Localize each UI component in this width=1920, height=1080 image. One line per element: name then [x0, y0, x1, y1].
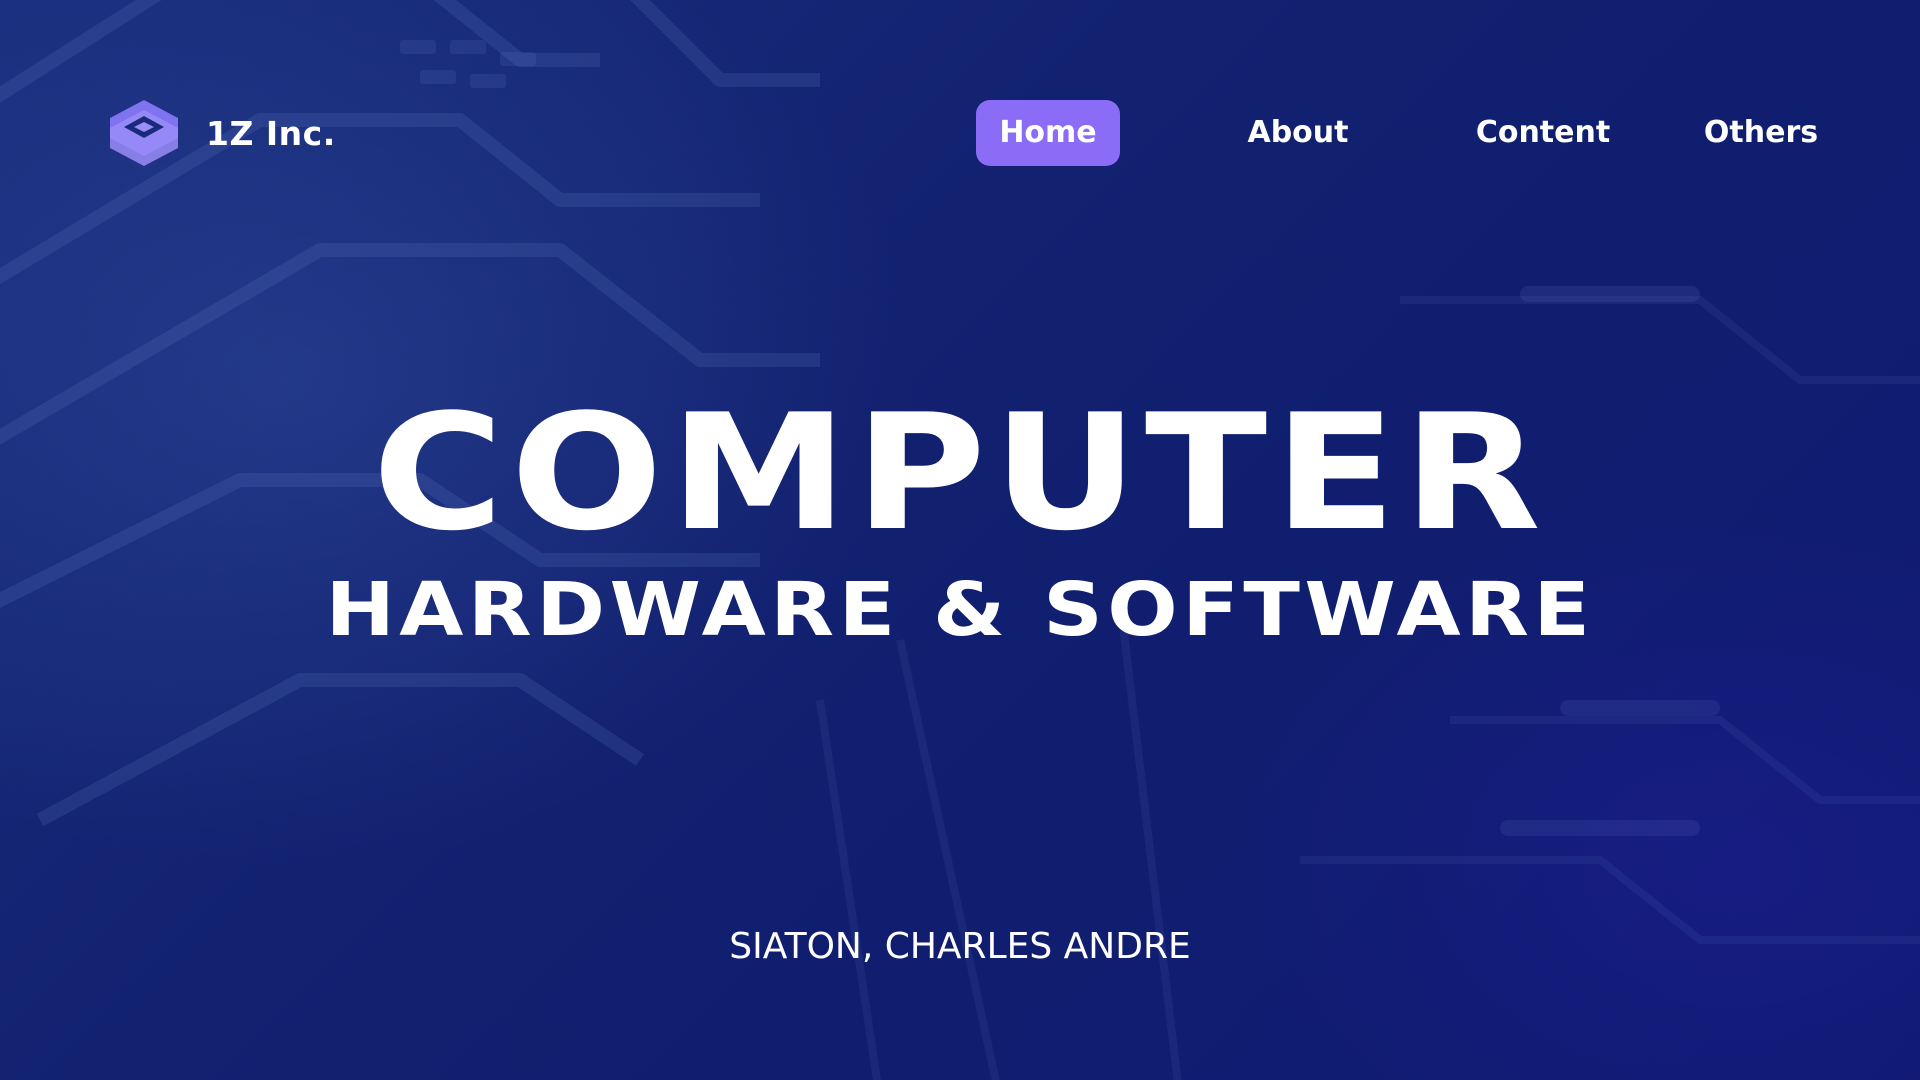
nav-about[interactable]: About [1230, 100, 1366, 166]
hero-subtitle: HARDWARE & SOFTWARE [325, 567, 1595, 653]
top-navigation: Home About Content Others [0, 100, 1920, 166]
nav-home[interactable]: Home [976, 100, 1120, 166]
nav-others[interactable]: Others [1692, 100, 1830, 166]
hero-title: COMPUTER [372, 379, 1548, 566]
nav-content[interactable]: Content [1464, 100, 1622, 166]
author-name: SIATON, CHARLES ANDRE [729, 926, 1191, 967]
